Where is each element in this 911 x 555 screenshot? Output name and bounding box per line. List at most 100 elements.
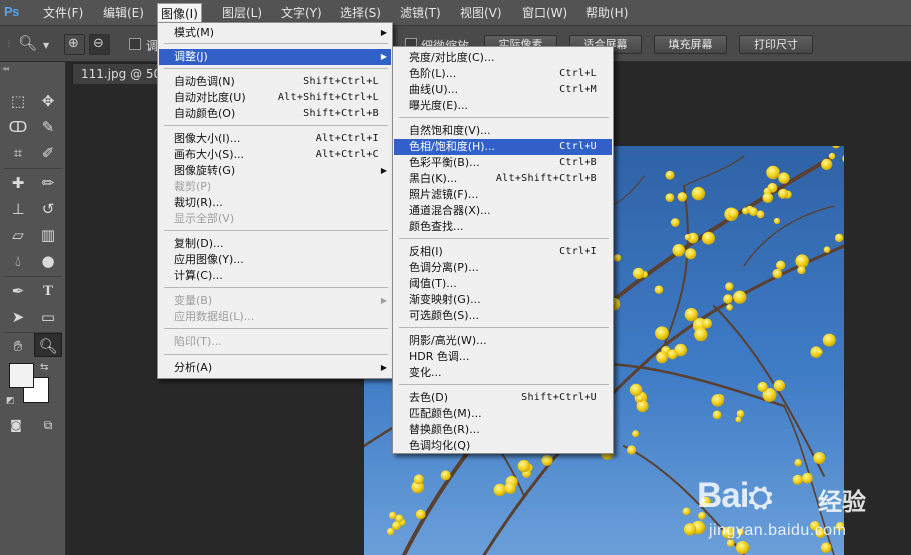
adjust-menu-item[interactable]: 亮度/对比度(C)... [394, 50, 612, 66]
blossom [802, 472, 813, 484]
adjust-menu-item[interactable]: 阴影/高光(W)... [394, 333, 612, 349]
image-menu-item[interactable]: 分析(A) ▶ [159, 360, 391, 376]
image-menu-item[interactable]: 模式(M) ▶ [159, 25, 391, 41]
rectangular-marquee-icon[interactable]: ⬚ [4, 89, 32, 113]
quick-selection-icon[interactable]: ✎ [34, 115, 62, 139]
adjust-menu-item[interactable]: 匹配颜色(M)... [394, 406, 612, 422]
default-colors-icon[interactable]: ◩ [6, 393, 15, 409]
image-menu-item[interactable]: 自动对比度(U) Alt+Shift+Ctrl+L [159, 90, 391, 106]
panel-collapse-icon[interactable]: ◂◂ [2, 64, 9, 73]
image-menu-item-label: 裁切(R)... [174, 196, 223, 209]
menu-layer[interactable]: 图层(L) [219, 3, 265, 23]
adjust-menu-item[interactable]: 色相/饱和度(H)... Ctrl+U [394, 139, 612, 155]
adjust-menu-item[interactable]: 色调分离(P)... [394, 260, 612, 276]
menu-select[interactable]: 选择(S) [337, 3, 384, 23]
chevron-down-icon[interactable]: ▼ [43, 38, 49, 54]
adjust-menu-item[interactable]: HDR 色调... [394, 349, 612, 365]
image-menu-item[interactable]: 自动颜色(O) Shift+Ctrl+B [159, 106, 391, 122]
blossom [656, 351, 668, 364]
quick-mask-icon[interactable]: ◙ [2, 413, 30, 437]
adjust-menu-item[interactable]: 曲线(U)... Ctrl+M [394, 82, 612, 98]
adjust-menu-item-shortcut: Ctrl+U [559, 141, 597, 152]
type-tool-icon[interactable]: T [34, 279, 62, 303]
clone-stamp-icon[interactable]: ⊥ [4, 197, 32, 221]
blossom [773, 379, 786, 392]
menu-view[interactable]: 视图(V) [457, 3, 505, 23]
menu-window[interactable]: 窗口(W) [519, 3, 570, 23]
eraser-icon[interactable]: ▱ [4, 223, 32, 247]
adjust-menu-item[interactable]: 照片滤镜(F)... [394, 187, 612, 203]
pen-icon[interactable]: ✒ [4, 279, 32, 303]
adjust-menu-item[interactable]: 可选颜色(S)... [394, 308, 612, 324]
blur-icon[interactable]: 💧︎ [4, 249, 32, 273]
menu-image[interactable]: 图像(I) [157, 3, 202, 23]
adjust-menu-item-label: 色阶(L)... [409, 67, 457, 80]
menu-type[interactable]: 文字(Y) [278, 3, 325, 23]
screen-mode-icon[interactable]: ⧉ [34, 413, 62, 437]
adjust-menu-item[interactable]: 色阶(L)... Ctrl+L [394, 66, 612, 82]
adjust-menu-item[interactable]: 自然饱和度(V)... [394, 123, 612, 139]
menu-file[interactable]: 文件(F) [40, 3, 86, 23]
image-menu-item[interactable]: 图像大小(I)... Alt+Ctrl+I [159, 131, 391, 147]
healing-brush-icon[interactable]: ✚ [4, 171, 32, 195]
adjust-menu-item[interactable]: 渐变映射(G)... [394, 292, 612, 308]
swap-colors-icon[interactable]: ⇆ [40, 360, 48, 376]
move-tool-icon[interactable]: ✥ [34, 89, 62, 113]
blossom [711, 394, 724, 407]
image-menu-item[interactable]: 应用图像(Y)... [159, 252, 391, 268]
zoom-in-icon[interactable]: ⊕ [64, 34, 85, 55]
adjust-menu-item[interactable]: 变化... [394, 365, 612, 381]
lasso-icon[interactable]: ↀ [4, 115, 32, 139]
adjust-menu-item[interactable]: 通道混合器(X)... [394, 203, 612, 219]
image-menu-item[interactable]: 裁切(R)... [159, 195, 391, 211]
document-tab[interactable]: 111.jpg @ 50 [72, 63, 162, 84]
adjust-menu-item[interactable]: 阈值(T)... [394, 276, 612, 292]
image-menu-item: 显示全部(V) [159, 211, 391, 227]
menu-help[interactable]: 帮助(H) [583, 3, 631, 23]
hand-tool-icon[interactable]: ✋︎ [4, 334, 32, 358]
zoom-out-icon[interactable]: ⊖ [89, 34, 110, 55]
image-menu-item[interactable]: 图像旋转(G) ▶ [159, 163, 391, 179]
adjust-menu-item[interactable]: 黑白(K)... Alt+Shift+Ctrl+B [394, 171, 612, 187]
adjust-menu-item-label: 色调均化(Q) [409, 439, 471, 452]
history-brush-icon[interactable]: ↺ [34, 197, 62, 221]
adjust-menu-item[interactable]: 去色(D) Shift+Ctrl+U [394, 390, 612, 406]
menu-separator [399, 117, 609, 118]
blossom [834, 233, 844, 243]
image-menu-item[interactable]: 自动色调(N) Shift+Ctrl+L [159, 74, 391, 90]
foreground-color-swatch[interactable] [9, 363, 34, 388]
dodge-icon[interactable]: ● [34, 249, 62, 273]
tool-separator [4, 276, 62, 277]
resize-windows-checkbox[interactable] [129, 38, 141, 50]
gradient-icon[interactable]: ▥ [34, 223, 62, 247]
image-menu-item[interactable]: 计算(C)... [159, 268, 391, 284]
adjust-menu-item[interactable]: 曝光度(E)... [394, 98, 612, 114]
menu-separator [164, 230, 388, 231]
menu-filter[interactable]: 滤镜(T) [397, 3, 444, 23]
brush-icon[interactable]: ✏ [34, 171, 62, 195]
fill-screen-button[interactable]: 填充屏幕 [654, 35, 727, 54]
image-menu-item[interactable]: 调整(J) ▶ [159, 49, 391, 65]
rectangle-shape-icon[interactable]: ▭ [34, 305, 62, 329]
eyedropper-icon[interactable]: ✐ [34, 141, 62, 165]
zoom-tool-preset-icon[interactable]: 🔍︎ [18, 35, 37, 51]
paw-icon: ⛭ [748, 481, 772, 514]
blossom [636, 400, 649, 413]
blossom [728, 208, 739, 219]
path-selection-icon[interactable]: ➤ [4, 305, 32, 329]
adjust-menu-item[interactable]: 颜色查找... [394, 219, 612, 235]
image-menu-item-label: 图像大小(I)... [174, 132, 241, 145]
menu-edit[interactable]: 编辑(E) [100, 3, 147, 23]
adjust-menu-item-shortcut: Alt+Shift+Ctrl+B [495, 173, 597, 184]
print-size-button[interactable]: 打印尺寸 [739, 35, 813, 54]
image-menu-item[interactable]: 复制(D)... [159, 236, 391, 252]
blossom [736, 410, 745, 418]
adjust-menu-item[interactable]: 反相(I) Ctrl+I [394, 244, 612, 260]
adjust-menu-item[interactable]: 色彩平衡(B)... Ctrl+B [394, 155, 612, 171]
adjust-menu-item-shortcut: Shift+Ctrl+U [521, 392, 597, 403]
adjust-menu-item[interactable]: 色调均化(Q) [394, 438, 612, 454]
crop-icon[interactable]: ⌗ [4, 141, 32, 165]
zoom-tool-icon[interactable]: 🔍︎ [34, 333, 62, 357]
adjust-menu-item[interactable]: 替换颜色(R)... [394, 422, 612, 438]
image-menu-item[interactable]: 画布大小(S)... Alt+Ctrl+C [159, 147, 391, 163]
